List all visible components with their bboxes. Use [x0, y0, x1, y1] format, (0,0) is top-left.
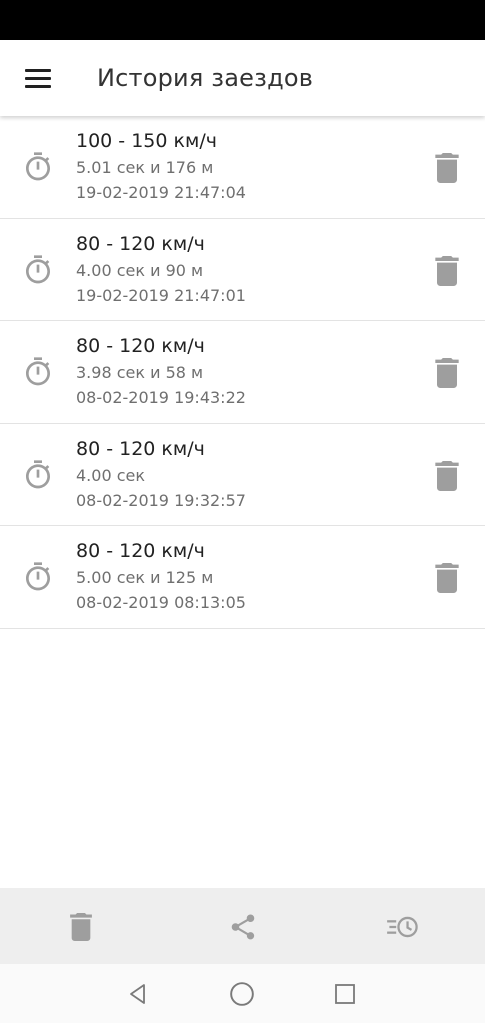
delete-run-button[interactable]	[430, 254, 464, 288]
run-datetime: 08-02-2019 08:13:05	[76, 593, 246, 612]
run-datetime: 19-02-2019 21:47:04	[76, 183, 246, 202]
page-title: История заездов	[97, 64, 314, 92]
home-circle-shape	[230, 982, 254, 1006]
list-item[interactable]: 80 - 120 км/ч 4.00 сек и 90 м 19-02-2019…	[0, 218, 485, 321]
delete-run-button[interactable]	[430, 561, 464, 595]
stopwatch-icon	[26, 459, 50, 488]
trash-icon	[435, 358, 459, 388]
stopwatch-icon	[26, 152, 50, 181]
stopwatch-icon	[26, 254, 50, 283]
history-button[interactable]	[386, 910, 420, 944]
stopwatch-icon	[26, 357, 50, 386]
trash-icon	[435, 255, 459, 286]
history-icon	[387, 916, 418, 938]
run-text: 80 - 120 км/ч 4.00 сек и 90 м 19-02-2019…	[76, 231, 246, 309]
run-text: 80 - 120 км/ч 4.00 сек 08-02-2019 19:32:…	[76, 436, 246, 514]
home-circle-icon[interactable]	[228, 980, 256, 1008]
delete-run-button[interactable]	[430, 459, 464, 493]
run-speed-range: 100 - 150 км/ч	[76, 130, 217, 152]
run-speed-range: 80 - 120 км/ч	[76, 437, 205, 460]
list-item[interactable]: 100 - 150 км/ч 5.01 сек и 176 м 19-02-20…	[0, 116, 485, 219]
bottom-action-bar	[0, 888, 485, 964]
delete-run-button[interactable]	[430, 356, 464, 390]
run-history-list: 100 - 150 км/ч 5.01 сек и 176 м 19-02-20…	[0, 116, 485, 629]
back-triangle-shape	[130, 984, 145, 1004]
delete-all-button[interactable]	[64, 910, 98, 944]
hamburger-menu-icon[interactable]	[14, 60, 62, 96]
menu-line	[25, 84, 51, 88]
run-speed-range: 80 - 120 км/ч	[76, 335, 205, 357]
run-result: 3.98 сек и 58 м	[76, 363, 204, 382]
run-datetime: 19-02-2019 21:47:01	[76, 285, 246, 305]
run-result: 5.01 сек и 176 м	[76, 158, 214, 177]
recents-square-icon[interactable]	[331, 980, 359, 1008]
run-speed-range: 80 - 120 км/ч	[76, 232, 205, 255]
status-bar	[0, 0, 485, 40]
run-result: 4.00 сек	[76, 465, 146, 485]
run-text: 100 - 150 км/ч 5.01 сек и 176 м 19-02-20…	[76, 128, 246, 206]
stopwatch-icon	[26, 562, 50, 591]
run-speed-range: 80 - 120 км/ч	[76, 540, 205, 562]
trash-icon	[435, 460, 459, 491]
system-navigation-bar	[0, 964, 485, 1023]
list-item[interactable]: 80 - 120 км/ч 4.00 сек 08-02-2019 19:32:…	[0, 423, 485, 526]
run-result: 5.00 сек и 125 м	[76, 568, 214, 587]
share-icon	[231, 914, 255, 940]
run-datetime: 08-02-2019 19:32:57	[76, 490, 246, 510]
run-datetime: 08-02-2019 19:43:22	[76, 388, 246, 407]
back-triangle-icon[interactable]	[124, 980, 152, 1008]
list-item[interactable]: 80 - 120 км/ч 3.98 сек и 58 м 08-02-2019…	[0, 321, 485, 424]
trash-icon	[435, 563, 459, 593]
recents-square-shape	[335, 984, 355, 1004]
app-bar: История заездов	[0, 40, 485, 116]
delete-run-button[interactable]	[430, 151, 464, 185]
menu-line	[25, 68, 51, 72]
trash-icon	[70, 913, 92, 941]
trash-icon	[435, 153, 459, 183]
run-text: 80 - 120 км/ч 3.98 сек и 58 м 08-02-2019…	[76, 333, 246, 411]
share-button[interactable]	[226, 910, 260, 944]
run-result: 4.00 сек и 90 м	[76, 260, 204, 280]
run-text: 80 - 120 км/ч 5.00 сек и 125 м 08-02-201…	[76, 538, 246, 616]
list-item[interactable]: 80 - 120 км/ч 5.00 сек и 125 м 08-02-201…	[0, 526, 485, 629]
menu-line	[25, 76, 51, 80]
